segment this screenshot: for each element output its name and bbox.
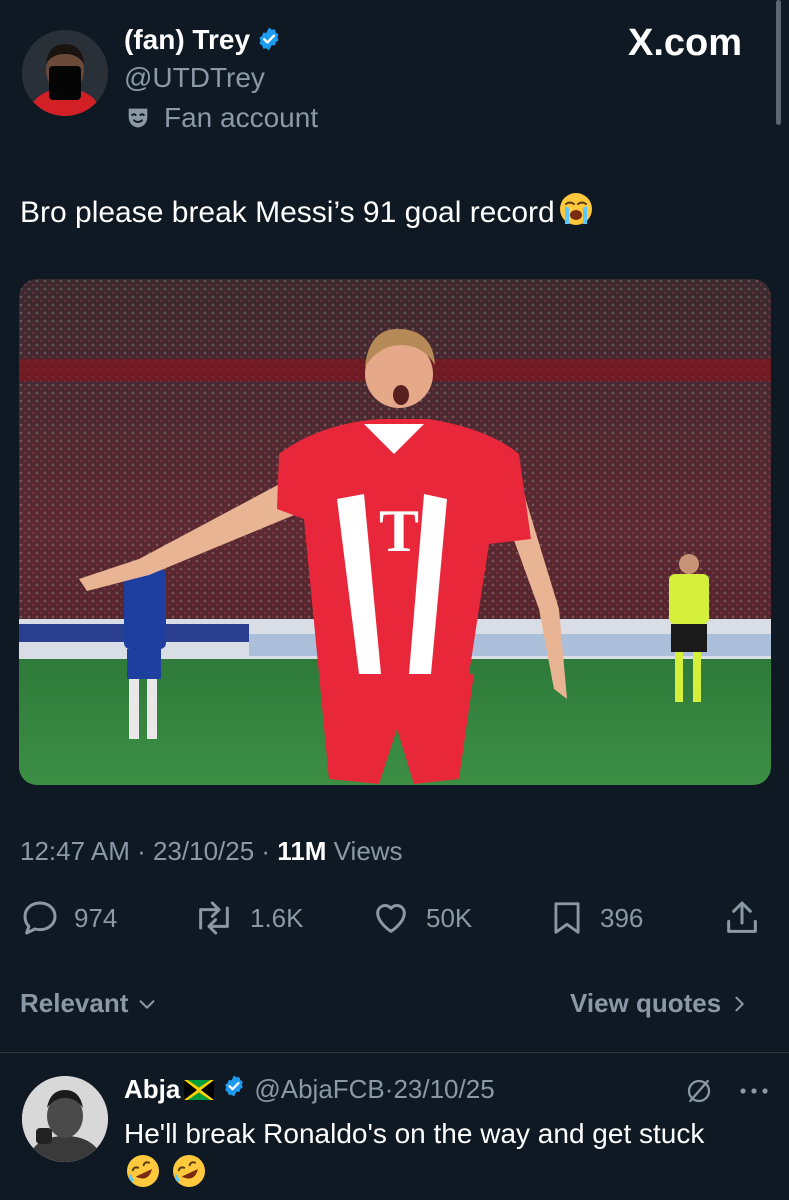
rofl-face-icon [127, 1155, 159, 1187]
tweet-text-content: Bro please break Messi’s 91 goal record [20, 196, 555, 229]
bookmark-button[interactable]: 396 [548, 898, 643, 938]
scrollbar[interactable] [776, 0, 781, 125]
tweet-date[interactable]: 23/10/25 [153, 836, 254, 866]
reply-date[interactable]: 23/10/25 [393, 1074, 494, 1105]
reply-text: He'll break Ronaldo's on the way and get… [124, 1118, 705, 1149]
rofl-face-icon [173, 1155, 205, 1187]
like-button[interactable]: 50K [370, 898, 472, 938]
view-quotes-label: View quotes [570, 988, 722, 1018]
fan-account-label: Fan account [124, 102, 318, 134]
shirt-sponsor-letter: T [379, 498, 419, 564]
tweet-meta: 12:47 AM · 23/10/25 · 11M Views [20, 836, 403, 867]
divider [0, 1052, 789, 1053]
verified-badge-icon[interactable] [222, 1074, 246, 1105]
repost-button[interactable]: 1.6K [192, 898, 304, 938]
x-logo: X.com [628, 22, 742, 65]
reply-author-name[interactable]: Abja [124, 1074, 180, 1105]
jamaica-flag-icon [184, 1079, 215, 1100]
view-quotes-link[interactable]: View quotes [570, 988, 749, 1019]
fan-account-text: Fan account [164, 102, 319, 133]
like-count: 50K [426, 902, 473, 933]
author-display-name[interactable]: (fan) Trey [124, 24, 282, 59]
reply-count: 974 [74, 902, 118, 933]
loudly-crying-face-icon [557, 190, 595, 236]
reply-header: Abja @AbjaFCB · 23/10/25 [124, 1074, 495, 1105]
meta-separator: · [254, 836, 278, 866]
verified-badge-icon[interactable] [256, 26, 282, 59]
theater-mask-icon [128, 108, 148, 128]
sort-dropdown[interactable]: Relevant [20, 988, 158, 1019]
reply-author-handle[interactable]: @AbjaFCB [254, 1074, 384, 1105]
reply-actions [684, 1076, 770, 1106]
repost-icon [199, 901, 229, 935]
views-count: 11M [277, 836, 327, 866]
chevron-right-icon [735, 996, 744, 1011]
author-avatar[interactable] [22, 30, 108, 116]
share-button[interactable] [722, 898, 762, 938]
reply-avatar-image [22, 1076, 108, 1162]
heart-icon [376, 904, 406, 933]
bookmark-count: 396 [600, 902, 644, 933]
reply-emojis [124, 1152, 208, 1190]
reply-button[interactable]: 974 [20, 898, 117, 938]
author-avatar-image [22, 30, 108, 116]
reply-author-avatar[interactable] [22, 1076, 108, 1162]
chevron-down-icon [139, 999, 155, 1009]
tweet-media-photo[interactable]: T [19, 279, 771, 785]
repost-count: 1.6K [250, 902, 304, 933]
views-label: Views [326, 836, 403, 866]
grok-icon[interactable] [684, 1076, 714, 1106]
more-icon[interactable] [738, 1086, 770, 1096]
meta-separator: · [129, 836, 153, 866]
bookmark-icon [554, 902, 580, 934]
author-handle[interactable]: @UTDTrey [124, 62, 265, 94]
speech-bubble-icon [23, 901, 57, 935]
tweet-time[interactable]: 12:47 AM [20, 836, 130, 866]
tweet-text: Bro please break Messi’s 91 goal record [20, 190, 595, 236]
share-icon [727, 901, 757, 933]
player-celebration-photo: T [19, 279, 771, 785]
author-name-text: (fan) Trey [124, 24, 251, 55]
brand-text: X.com [628, 22, 743, 64]
reply-separator: · [384, 1074, 394, 1104]
sort-label: Relevant [20, 988, 129, 1018]
